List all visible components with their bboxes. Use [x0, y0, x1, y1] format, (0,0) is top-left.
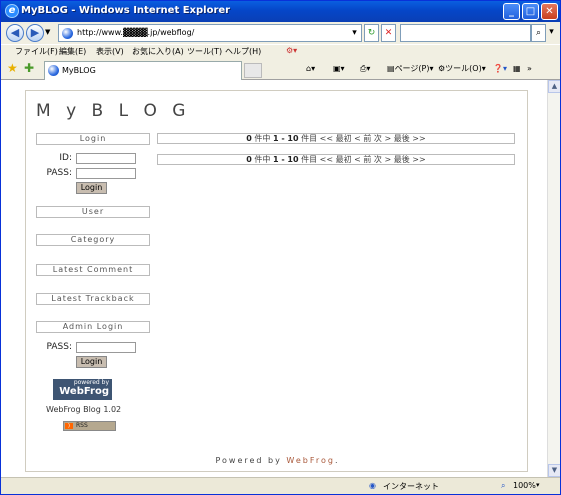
- ie-icon: e: [5, 4, 19, 18]
- latest-comment-header: Latest Comment: [36, 264, 150, 276]
- ie-window: e MyBLOG - Windows Internet Explorer _ □…: [0, 0, 561, 495]
- page-icon: [62, 28, 73, 39]
- login-button[interactable]: Login: [76, 182, 107, 194]
- tab-page-icon: [48, 65, 59, 76]
- tab-bar: ★ ✚ MyBLOG ⌂▾ ▣▾ ⎙▾ ▤ページ(P)▾ ⚙ツール(O)▾ ❓▾…: [1, 58, 560, 80]
- status-bar: ◉ インターネット ⌕ 100% ▾: [1, 477, 560, 494]
- admin-login-header: Admin Login: [36, 321, 150, 333]
- maximize-button[interactable]: □: [522, 3, 539, 20]
- menu-file[interactable]: ファイル(F): [15, 46, 58, 57]
- zoom-dropdown-icon[interactable]: ▾: [536, 481, 540, 489]
- minimize-button[interactable]: _: [503, 3, 520, 20]
- login-header: Login: [36, 133, 150, 145]
- rss-label: RSS: [76, 422, 88, 429]
- scroll-down-icon[interactable]: ▼: [548, 464, 560, 477]
- pager-top: 0 件中 1 - 10 件目 << 最初 < 前 次 > 最後 >>: [157, 133, 515, 144]
- forward-button[interactable]: ▶: [26, 24, 44, 42]
- zoom-text[interactable]: 100%: [513, 481, 536, 490]
- rss-icon: ): [65, 423, 73, 429]
- history-dropdown-icon[interactable]: ▼: [45, 28, 50, 36]
- page-viewport: M y B L O G 0 件中 1 - 10 件目 << 最初 < 前 次 >…: [1, 80, 547, 477]
- webfrog-link[interactable]: WebFrog: [286, 456, 335, 465]
- print-icon[interactable]: ⎙▾: [360, 62, 370, 76]
- page-menu-label: ページ(P): [394, 64, 430, 73]
- blog-title: M y B L O G: [36, 101, 191, 121]
- menu-edit[interactable]: 編集(E): [59, 46, 86, 57]
- title-bar: e MyBLOG - Windows Internet Explorer _ □…: [1, 1, 560, 22]
- latest-trackback-header: Latest Trackback: [36, 293, 150, 305]
- close-button[interactable]: ✕: [541, 3, 558, 20]
- search-options-icon[interactable]: ▾: [546, 24, 557, 42]
- vertical-scrollbar[interactable]: ▲ ▼: [547, 80, 560, 477]
- powered-suffix: .: [334, 456, 340, 465]
- version-text: WebFrog Blog 1.02: [46, 405, 122, 414]
- badge-small-text: powered by: [73, 379, 109, 386]
- home-icon[interactable]: ⌂▾: [306, 62, 315, 76]
- rss-button[interactable]: ) RSS: [63, 421, 116, 431]
- pager-count-suffix: 件中: [251, 134, 273, 143]
- pager-bottom: 0 件中 1 - 10 件目 << 最初 < 前 次 > 最後 >>: [157, 154, 515, 165]
- menu-tools[interactable]: ツール(T): [187, 46, 222, 57]
- scroll-up-icon[interactable]: ▲: [548, 80, 560, 93]
- menu-help[interactable]: ヘルプ(H): [225, 46, 261, 57]
- admin-pass-input[interactable]: [76, 342, 136, 353]
- menu-favorites[interactable]: お気に入り(A): [132, 46, 184, 57]
- pass-input[interactable]: [76, 168, 136, 179]
- id-input[interactable]: [76, 153, 136, 164]
- research-icon[interactable]: ▦: [513, 62, 521, 76]
- add-favorite-icon[interactable]: ✚: [24, 61, 34, 75]
- address-text: http://www.▓▓▓▓.jp/webflog/: [77, 28, 195, 37]
- stop-icon[interactable]: ✕: [381, 24, 396, 42]
- refresh-icon[interactable]: ↻: [364, 24, 379, 42]
- tools-menu[interactable]: ⚙ツール(O)▾: [438, 62, 486, 76]
- pager-range: 1 - 10: [272, 155, 299, 164]
- user-header: User: [36, 206, 150, 218]
- pager-range-suffix: 件目: [298, 155, 320, 164]
- footer-powered: Powered by WebFrog.: [26, 456, 529, 465]
- menu-bar: ファイル(F) 編集(E) 表示(V) お気に入り(A) ツール(T) ヘルプ(…: [1, 44, 560, 58]
- pager-nav-links[interactable]: << 最初 < 前 次 > 最後 >>: [320, 134, 426, 143]
- feeds-icon[interactable]: ▣▾: [333, 62, 345, 76]
- pager-nav-links[interactable]: << 最初 < 前 次 > 最後 >>: [320, 155, 426, 164]
- new-tab-button[interactable]: [244, 63, 262, 78]
- pager-range-suffix: 件目: [298, 134, 320, 143]
- pass-label: PASS:: [46, 168, 72, 178]
- search-icon[interactable]: ⌕: [531, 24, 546, 42]
- pager-count-suffix: 件中: [251, 155, 273, 164]
- tab-label: MyBLOG: [62, 66, 96, 75]
- address-dropdown-icon[interactable]: ▾: [347, 25, 362, 41]
- zone-globe-icon: ◉: [369, 481, 376, 490]
- pager-range: 1 - 10: [272, 134, 299, 143]
- badge-big-text: WebFrog: [59, 386, 109, 397]
- tools-menu-label: ツール(O): [445, 64, 482, 73]
- expand-toolbar-icon[interactable]: »: [527, 62, 532, 76]
- blog-container: M y B L O G 0 件中 1 - 10 件目 << 最初 < 前 次 >…: [25, 90, 528, 472]
- admin-pass-label: PASS:: [46, 342, 72, 352]
- addon-icon[interactable]: ⚙▾: [286, 46, 297, 55]
- menu-view[interactable]: 表示(V): [96, 46, 124, 57]
- address-row: ◀ ▶ ▼ http://www.▓▓▓▓.jp/webflog/ ▾ ↻ ✕ …: [1, 22, 560, 44]
- favorites-star-icon[interactable]: ★: [7, 61, 18, 75]
- category-header: Category: [36, 234, 150, 246]
- powered-text: Powered by: [215, 456, 287, 465]
- back-button[interactable]: ◀: [6, 24, 24, 42]
- address-field[interactable]: http://www.▓▓▓▓.jp/webflog/: [58, 24, 362, 42]
- zone-text: インターネット: [383, 482, 439, 491]
- tab-myblog[interactable]: MyBLOG: [44, 61, 242, 80]
- admin-login-button[interactable]: Login: [76, 356, 107, 368]
- page-menu[interactable]: ▤ページ(P)▾: [387, 62, 433, 76]
- search-input[interactable]: [400, 24, 531, 42]
- webfrog-badge[interactable]: powered by WebFrog: [53, 379, 112, 400]
- window-title: MyBLOG - Windows Internet Explorer: [21, 5, 231, 16]
- zoom-icon[interactable]: ⌕: [501, 481, 505, 491]
- id-label: ID:: [59, 153, 72, 163]
- help-icon[interactable]: ❓▾: [493, 62, 507, 76]
